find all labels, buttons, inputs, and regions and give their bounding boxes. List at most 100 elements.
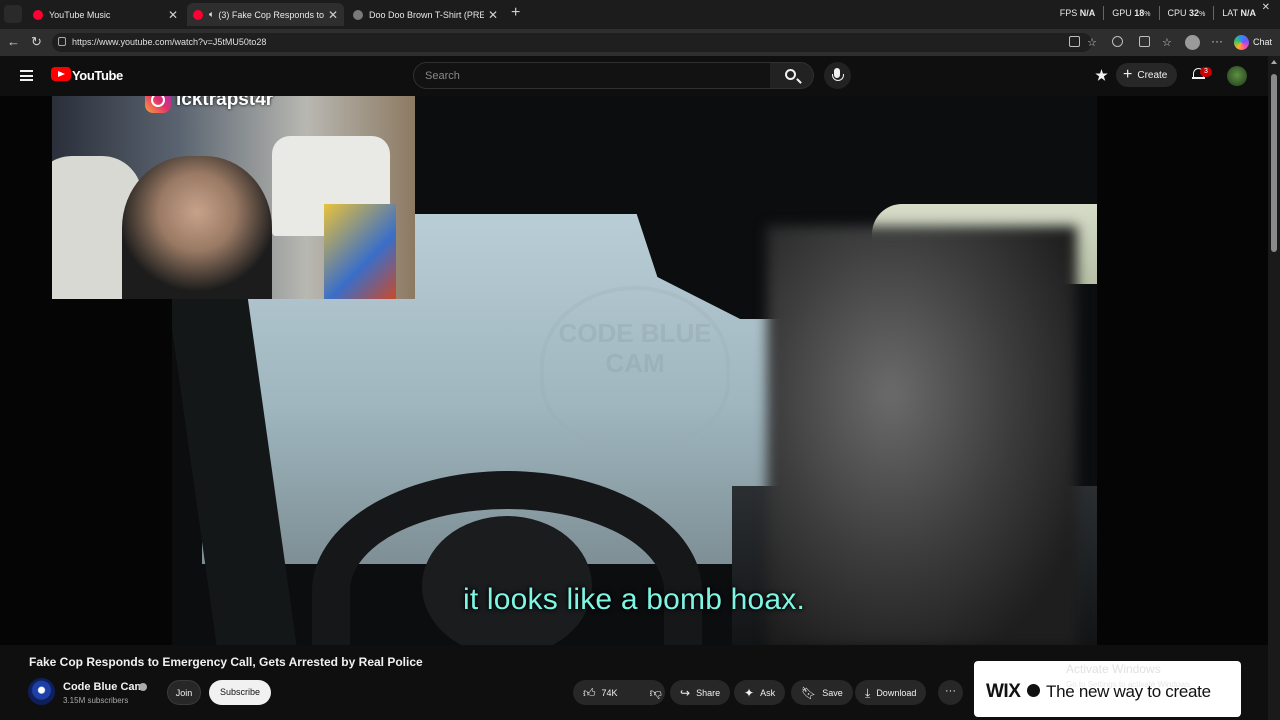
instagram-icon — [145, 96, 171, 113]
favorite-star-icon[interactable]: ☆ — [1087, 36, 1097, 49]
tab-doo-doo-brown[interactable]: Doo Doo Brown T-Shirt (PRE-ORD ✕ — [347, 3, 504, 26]
video-player[interactable]: CODE BLUE CAM icktrapst4r it looks like … — [0, 96, 1268, 645]
window-close-icon[interactable]: ✕ — [1262, 2, 1270, 13]
reload-icon[interactable]: ↻ — [31, 34, 42, 50]
tab-youtube-music[interactable]: YouTube Music ✕ — [27, 3, 184, 26]
channel-name[interactable]: Code Blue Cam — [63, 681, 144, 693]
youtube-header: YouTube Search + Create — [0, 56, 1268, 96]
video-title: Fake Cop Responds to Emergency Call, Get… — [29, 655, 423, 669]
new-tab-plus-icon[interactable]: + — [511, 4, 520, 22]
tab-current-video[interactable]: 🔈︎ (3) Fake Cop Responds to Eme ✕ — [187, 3, 344, 26]
thumbs-down-icon: 👎︎ — [649, 685, 662, 700]
performance-overlay: FPS N/A GPU 18% CPU 32% LAT N/A — [1060, 6, 1256, 20]
cpu-label: CPU — [1167, 8, 1187, 18]
share-label: Share — [696, 687, 721, 698]
browser-menu-icon[interactable]: ··· — [1211, 34, 1223, 48]
site-info-icon[interactable] — [58, 37, 66, 46]
fps-label: FPS — [1059, 8, 1078, 18]
like-count: 74K — [601, 687, 618, 698]
activate-windows-subtitle: Go to Settings to activate Windows. — [1066, 680, 1193, 689]
share-arrow-icon: ↪ — [680, 685, 691, 700]
address-bar[interactable]: https://www.youtube.com/watch?v=J5tMU50t… — [52, 33, 1092, 52]
favorites-icon[interactable]: ☆ — [1162, 36, 1172, 49]
thumbs-up-icon: 👍︎ — [583, 685, 596, 700]
bookmark-icon: 🔖︎ — [801, 685, 817, 700]
chat-label[interactable]: Chat — [1253, 37, 1272, 47]
menu-hamburger-icon[interactable] — [20, 70, 33, 81]
search-input[interactable]: Search — [413, 62, 771, 89]
lat-value: N/A — [1240, 8, 1257, 18]
streamer-webcam-overlay — [52, 96, 415, 299]
extension-star-icon[interactable] — [1095, 69, 1108, 81]
create-button[interactable]: + Create — [1116, 63, 1177, 87]
tab-title: Doo Doo Brown T-Shirt (PRE-ORD — [369, 9, 484, 20]
scrollbar-thumb[interactable] — [1271, 74, 1277, 252]
profile-avatar[interactable] — [1185, 35, 1200, 50]
sparkle-icon: ✦ — [744, 685, 755, 700]
steering-wheel-hub — [422, 516, 592, 645]
lat-label: LAT — [1222, 8, 1238, 18]
youtube-logo-icon[interactable] — [51, 67, 71, 81]
share-button[interactable]: ↪ Share — [670, 680, 731, 705]
download-label: Download — [876, 687, 917, 698]
site-favicon-icon — [353, 9, 363, 20]
ask-button[interactable]: ✦ Ask — [734, 680, 786, 705]
more-actions-icon[interactable]: ··· — [938, 680, 963, 705]
video-caption: it looks like a bomb hoax. — [462, 583, 806, 616]
streamer — [122, 156, 272, 299]
ad-dot-icon — [1027, 684, 1040, 697]
close-tab-icon[interactable]: ✕ — [168, 8, 178, 22]
plus-icon: + — [1123, 66, 1133, 83]
url-text: https://www.youtube.com/watch?v=J5tMU50t… — [72, 37, 267, 47]
gpu-value: 18 — [1134, 8, 1145, 18]
wix-logo: WIX — [986, 681, 1021, 702]
tab-title: YouTube Music — [49, 9, 111, 20]
scroll-up-arrow-icon[interactable] — [1271, 60, 1277, 64]
fps-value: N/A — [1079, 8, 1096, 18]
like-dislike-group: 👍︎ 74K 👎︎ — [573, 680, 665, 705]
copilot-icon[interactable] — [1234, 35, 1249, 50]
create-label: Create — [1137, 69, 1168, 81]
search-button[interactable] — [770, 62, 814, 89]
subscribe-button[interactable]: Subscribe — [209, 680, 271, 705]
download-button[interactable]: ⤓ Download — [855, 680, 927, 705]
account-avatar[interactable] — [1227, 66, 1247, 86]
save-button[interactable]: 🔖︎ Save — [791, 680, 853, 705]
page-scrollbar[interactable] — [1268, 56, 1280, 720]
split-screen-icon[interactable] — [1069, 36, 1080, 47]
dislike-button[interactable]: 👎︎ — [640, 680, 672, 705]
gpu-label: GPU — [1112, 8, 1132, 18]
close-tab-icon[interactable]: ✕ — [488, 8, 498, 22]
browser-essentials-icon[interactable] — [1139, 36, 1150, 47]
subscriber-count: 3.15M subscribers — [63, 696, 129, 705]
join-button[interactable]: Join — [167, 680, 201, 705]
activate-windows-title: Activate Windows — [1066, 662, 1161, 676]
voice-search-mic-icon[interactable] — [824, 62, 851, 89]
download-icon: ⤓ — [865, 685, 871, 700]
back-arrow-icon[interactable]: ← — [7, 34, 20, 49]
verified-check-icon — [139, 683, 147, 691]
extensions-icon[interactable] — [1112, 36, 1123, 47]
save-label: Save — [822, 687, 843, 698]
instagram-handle-text: icktrapst4r — [176, 96, 274, 110]
speaker-icon[interactable]: 🔈︎ — [209, 10, 214, 19]
like-button[interactable]: 👍︎ 74K — [573, 680, 628, 705]
youtube-wordmark[interactable]: YouTube — [72, 68, 123, 83]
gpu-percent: % — [1144, 11, 1151, 18]
channel-avatar[interactable] — [28, 678, 55, 705]
close-tab-icon[interactable]: ✕ — [328, 8, 338, 22]
browser-tab-bar: YouTube Music ✕ 🔈︎ (3) Fake Cop Responds… — [0, 0, 1280, 29]
youtube-music-favicon-icon — [33, 9, 43, 20]
channel-watermark: CODE BLUE CAM — [540, 286, 730, 446]
browser-toolbar: ← ↻ https://www.youtube.com/watch?v=J5tM… — [0, 29, 1280, 56]
notification-count-badge: 3 — [1200, 67, 1212, 77]
search-icon — [785, 69, 796, 80]
wall-poster — [324, 204, 396, 299]
tab-list-button[interactable] — [4, 5, 22, 23]
cpu-value: 32 — [1189, 8, 1200, 18]
youtube-favicon-icon — [193, 9, 203, 20]
tab-title: (3) Fake Cop Responds to Eme — [218, 9, 324, 20]
instagram-handle: icktrapst4r — [145, 96, 273, 114]
ask-label: Ask — [760, 687, 776, 698]
cpu-percent: % — [1199, 11, 1206, 18]
